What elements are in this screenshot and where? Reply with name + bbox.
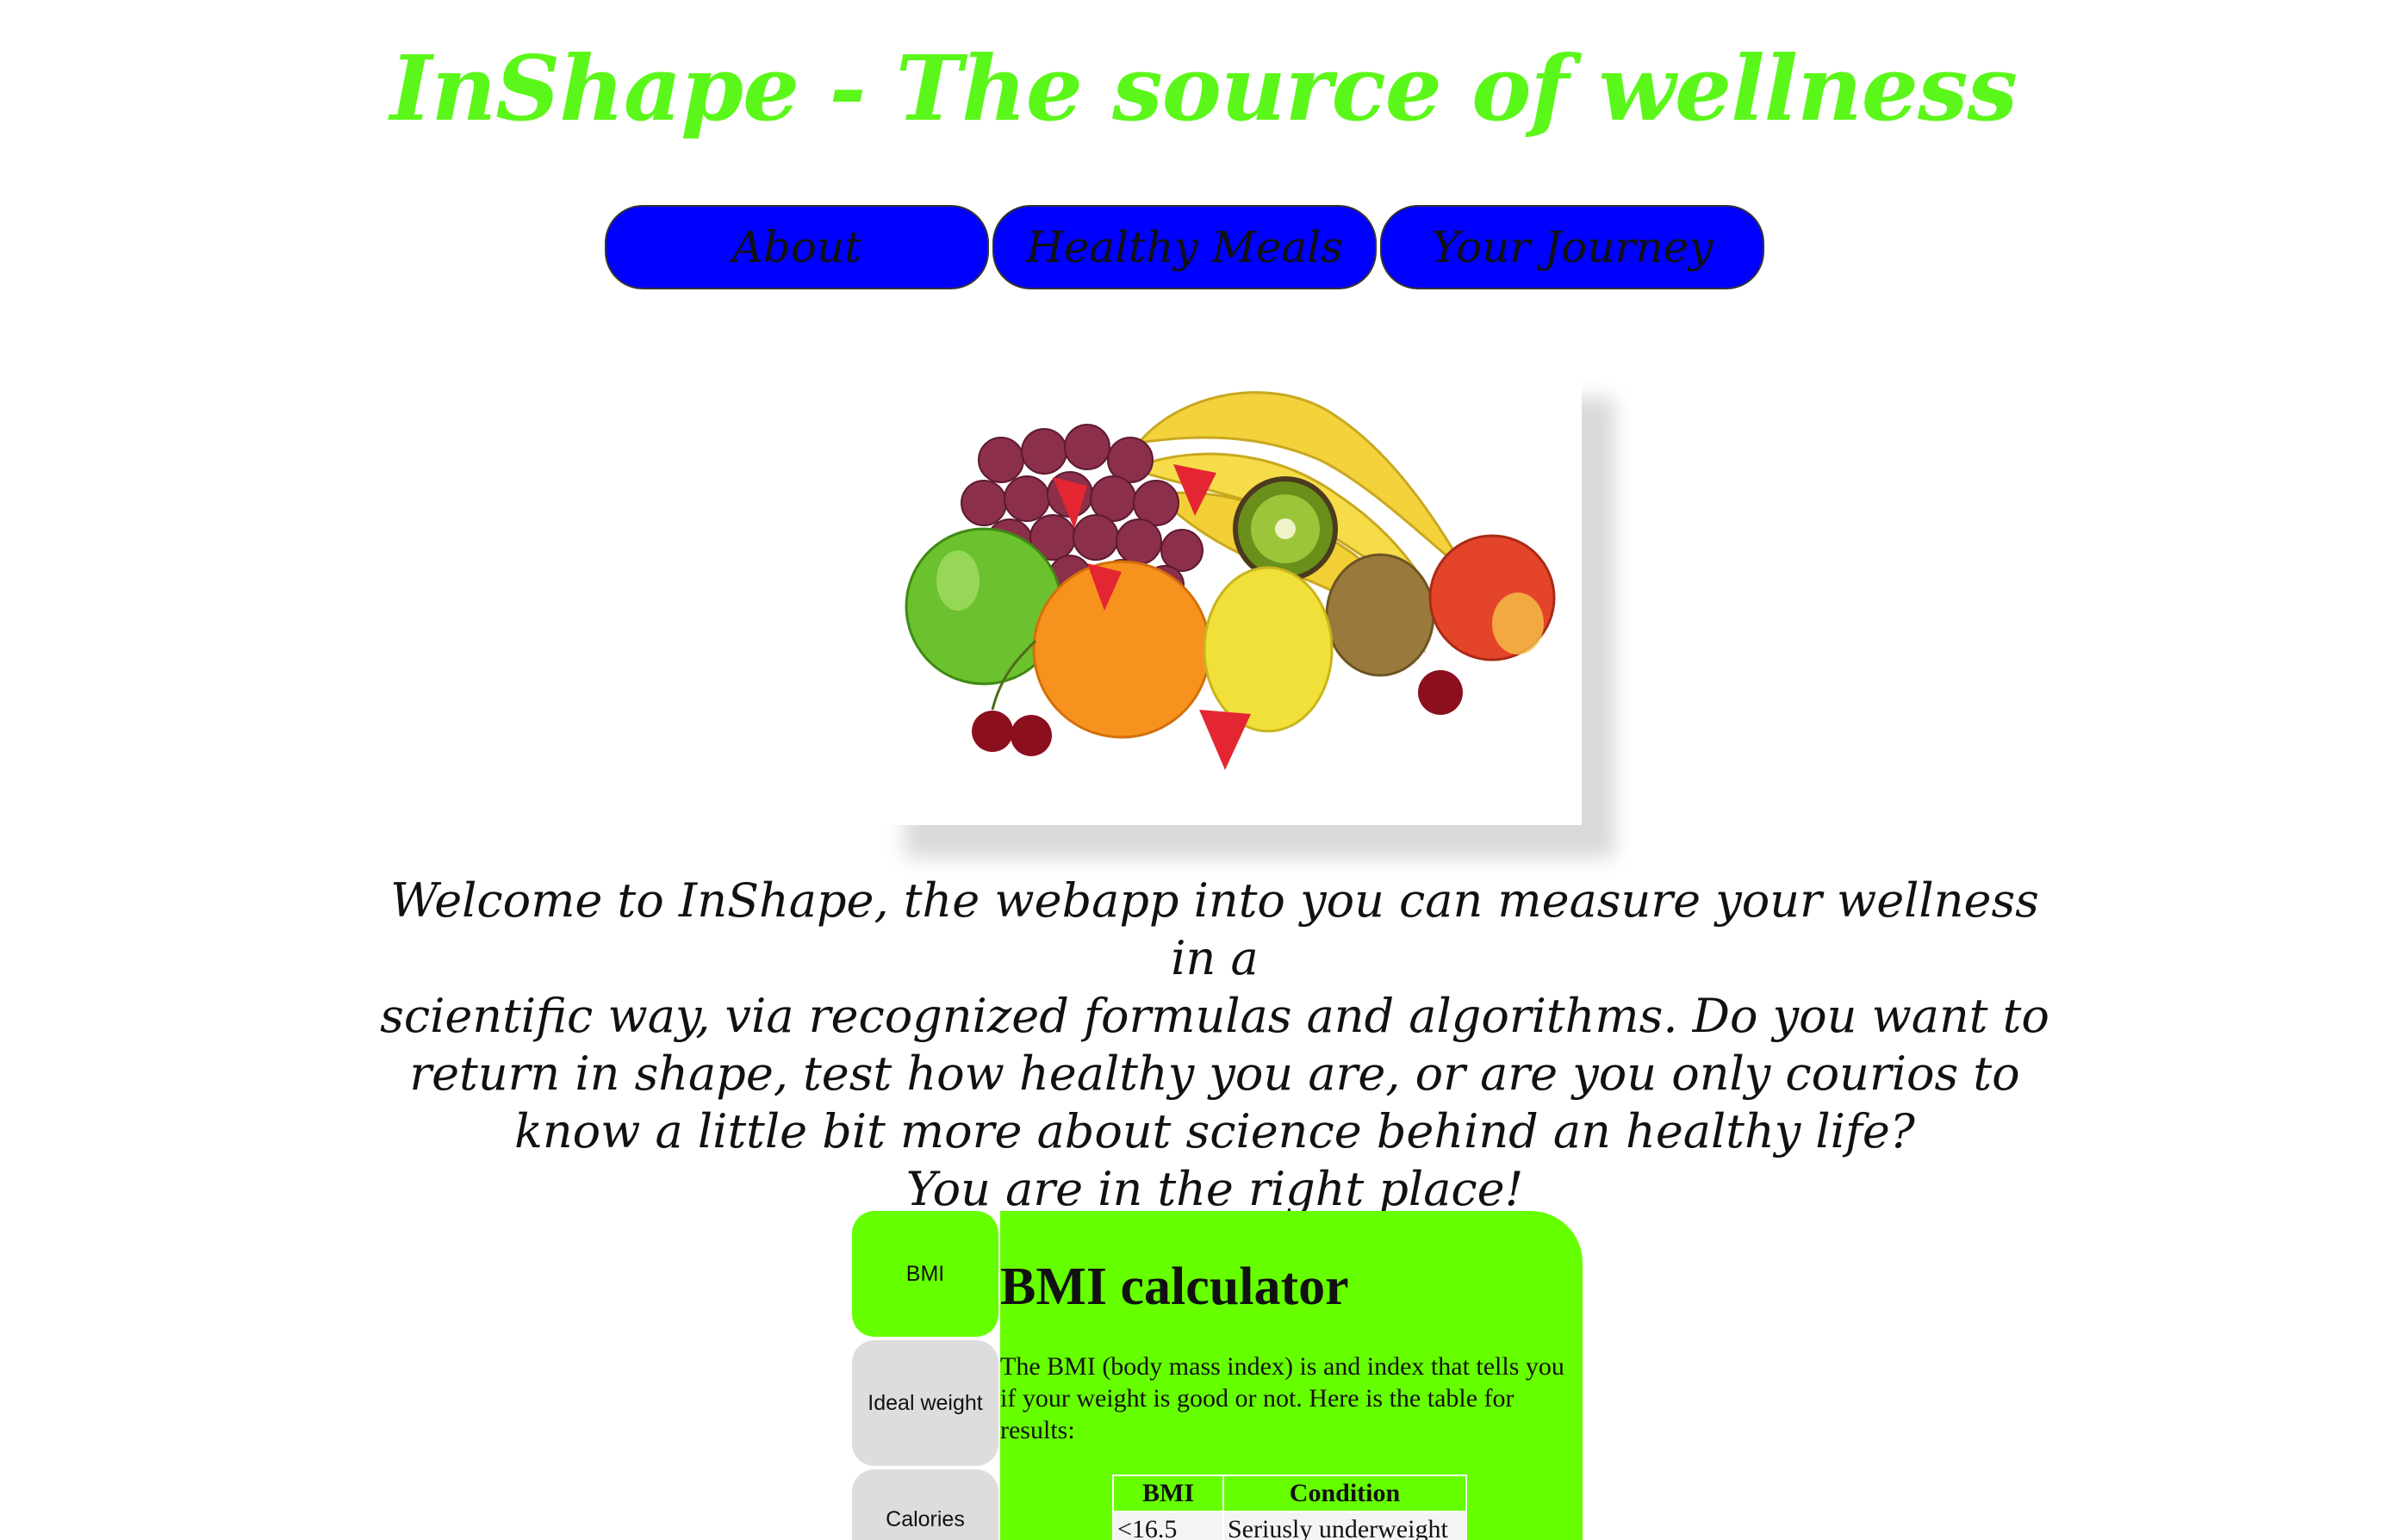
- table-header-row: BMI Condition: [1112, 1475, 1467, 1512]
- welcome-line: scientific way, via recognized formulas …: [380, 989, 2049, 1043]
- calculator-tabs: BMI Ideal weight Calories: [852, 1211, 998, 1540]
- nav-your-journey-button[interactable]: Your Journey: [1380, 205, 1764, 289]
- table-cell: <16.5: [1112, 1511, 1224, 1540]
- page-title: InShape - The source of wellness: [389, 35, 2018, 141]
- nav-about-button[interactable]: About: [605, 205, 989, 289]
- welcome-line: know a little bit more about science beh…: [514, 1104, 1915, 1158]
- bmi-heading: BMI calculator: [1000, 1257, 1349, 1316]
- tab-calories[interactable]: Calories: [852, 1469, 998, 1540]
- main-nav: About Healthy Meals Your Journey: [605, 205, 1764, 289]
- table-cell: Seriusly underweight: [1222, 1511, 1467, 1540]
- bmi-description: The BMI (body mass index) is and index t…: [1000, 1352, 1564, 1444]
- tab-bmi[interactable]: BMI: [852, 1211, 998, 1337]
- table-row: <16.5 Seriusly underweight: [1112, 1511, 1467, 1540]
- welcome-line: return in shape, test how healthy you ar…: [409, 1046, 2020, 1101]
- welcome-text: Welcome to InShape, the webapp into you …: [379, 872, 2050, 1218]
- tab-ideal-weight[interactable]: Ideal weight: [852, 1340, 998, 1466]
- hero-fruit-image: [872, 365, 1582, 825]
- column-header-condition: Condition: [1222, 1475, 1467, 1512]
- bmi-results-table: BMI Condition <16.5 Seriusly underweight: [1112, 1475, 1467, 1540]
- welcome-line: Welcome to InShape, the webapp into you …: [390, 873, 2039, 985]
- column-header-bmi: BMI: [1112, 1475, 1224, 1512]
- fruit-illustration: [905, 391, 1556, 770]
- welcome-line: You are in the right place!: [905, 1162, 1524, 1216]
- bmi-calculator-panel: BMI calculator The BMI (body mass index)…: [1000, 1211, 1583, 1540]
- nav-healthy-meals-button[interactable]: Healthy Meals: [992, 205, 1377, 289]
